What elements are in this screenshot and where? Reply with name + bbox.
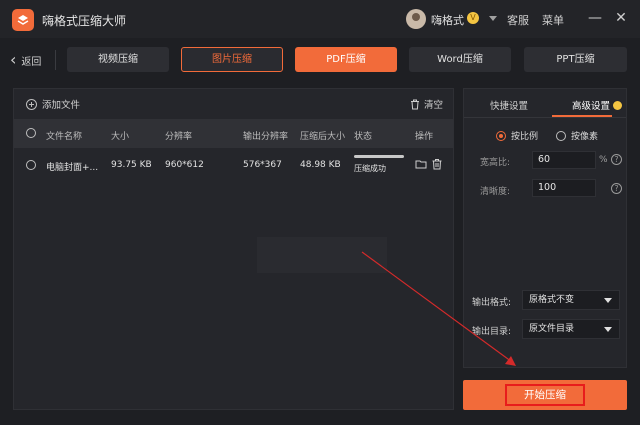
file-list-panel: 添加文件 清空 文件名称 大小 分辨率 输出分辨率 压缩后大小 状态 操作 电脑… [13,88,454,410]
delete-row-icon[interactable] [431,158,443,170]
column-header: 文件名称 [46,132,83,142]
file-list-toolbar: 添加文件 清空 [14,89,453,119]
mode-by-ratio[interactable]: 按比例 [496,129,538,142]
nav-divider [55,50,56,70]
close-icon[interactable]: ✕ [613,10,629,26]
start-compress-button[interactable]: 开始压缩 [463,380,627,410]
clarity-label: 清晰度: [480,187,511,197]
tab-pdf-compress[interactable]: PDF压缩 [295,47,397,72]
active-tab-indicator [552,115,612,117]
column-header: 状态 [354,132,373,142]
dropdown-caret-icon [604,298,612,303]
file-name: 电脑封面+... [46,163,99,173]
vip-badge-icon [613,101,623,110]
output-dir-label: 输出目录: [472,327,512,337]
ratio-label: 宽高比: [480,158,511,168]
tab-ppt-compress[interactable]: PPT压缩 [524,47,627,72]
username[interactable]: 嗨格式 [431,12,464,28]
column-header: 输出分辨率 [243,132,289,142]
status-text: 压缩成功 [354,164,386,173]
help-icon[interactable]: ? [611,154,622,165]
add-file-button[interactable]: 添加文件 [26,97,80,111]
title-bar: 嗨格式压缩大师 嗨格式 V 客服 菜单 — ✕ [0,0,640,38]
add-file-label: 添加文件 [42,100,81,111]
clear-label: 清空 [423,100,443,111]
vip-badge-icon: V [467,12,479,24]
output-format-select[interactable]: 原格式不变 [522,290,620,310]
dropdown-caret-icon [604,327,612,332]
column-header: 压缩后大小 [300,132,346,142]
empty-placeholder [257,237,387,273]
clear-button[interactable]: 清空 [410,97,443,111]
select-all-radio[interactable] [26,128,36,138]
radio-checked-icon [496,130,506,141]
radio-unchecked-icon [556,130,566,141]
compressed-size: 48.98 KB [300,160,341,170]
app-logo-icon [12,9,34,31]
ratio-input[interactable]: 60 [532,151,596,169]
tab-advanced-label: 高级设置 [572,101,611,112]
settings-panel: 快捷设置 高级设置 按比例 按像素 宽高比: 60 % ? 清晰度: 100 ?… [463,88,627,368]
menu-link[interactable]: 菜单 [542,12,564,28]
help-icon[interactable]: ? [611,183,622,194]
mode-by-pixel[interactable]: 按像素 [556,129,598,142]
app-title: 嗨格式压缩大师 [42,14,127,28]
file-size: 93.75 KB [111,160,152,170]
open-folder-icon[interactable] [415,158,427,170]
service-link[interactable]: 客服 [507,12,529,28]
row-select-radio[interactable] [26,160,36,170]
tab-quick-settings[interactable]: 快捷设置 [490,98,528,112]
ratio-unit: % [599,155,608,165]
column-header: 分辨率 [165,132,193,142]
start-compress-label: 开始压缩 [505,384,585,406]
mode-by-ratio-label: 按比例 [511,132,539,142]
table-header: 文件名称 大小 分辨率 输出分辨率 压缩后大小 状态 操作 [14,119,453,148]
minimize-icon[interactable]: — [587,10,603,26]
trash-icon [410,99,419,110]
clarity-input[interactable]: 100 [532,179,596,197]
user-menu-caret-icon[interactable] [489,16,497,21]
tab-image-compress[interactable]: 图片压缩 [181,47,283,72]
back-button[interactable]: ‹ 返回 [10,52,41,68]
column-header: 操作 [415,132,434,142]
chevron-left-icon: ‹ [10,50,17,69]
file-resolution: 960*612 [165,160,204,170]
tab-video-compress[interactable]: 视频压缩 [67,47,169,72]
mode-by-pixel-label: 按像素 [571,132,599,142]
settings-tab-divider [464,117,626,118]
output-dir-value: 原文件目录 [529,324,575,334]
output-resolution: 576*367 [243,160,282,170]
progress-fill [354,155,404,158]
compress-progress-bar [354,155,404,158]
tab-word-compress[interactable]: Word压缩 [409,47,511,72]
add-circle-icon [26,98,37,110]
table-row[interactable]: 电脑封面+... 93.75 KB 960*612 576*367 48.98 … [14,148,453,182]
user-avatar[interactable] [406,9,426,29]
column-header: 大小 [111,132,130,142]
tab-advanced-settings[interactable]: 高级设置 [572,98,623,112]
output-format-value: 原格式不变 [529,295,575,305]
output-dir-select[interactable]: 原文件目录 [522,319,620,339]
back-label: 返回 [21,56,42,68]
output-format-label: 输出格式: [472,298,512,308]
